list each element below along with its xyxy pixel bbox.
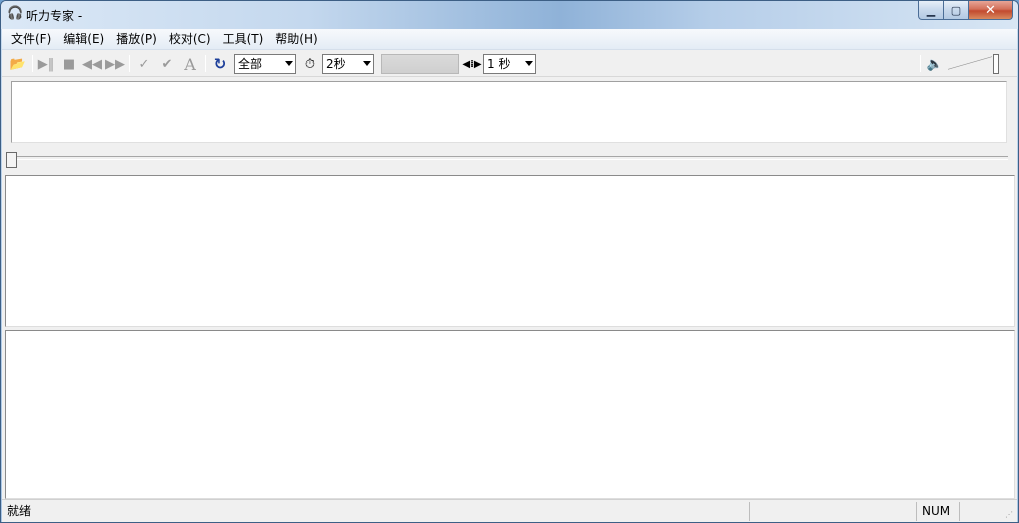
- interval-select[interactable]: 2秒: [322, 54, 374, 74]
- font-button[interactable]: A: [180, 54, 200, 74]
- menu-file[interactable]: 文件(F): [5, 29, 57, 49]
- fast-forward-icon: ▶▶: [105, 56, 125, 72]
- menu-tools[interactable]: 工具(T): [217, 29, 270, 49]
- headphone-icon[interactable]: 🎧: [7, 7, 23, 21]
- play-pause-button[interactable]: ▶‖: [36, 54, 56, 74]
- rewind-icon: ◀◀: [82, 56, 102, 72]
- chevron-down-icon: [363, 61, 371, 66]
- folder-open-icon: 📂: [9, 56, 27, 72]
- stop-button[interactable]: ■: [59, 54, 79, 74]
- close-button[interactable]: ✕: [969, 1, 1013, 20]
- timer-button[interactable]: ⏱: [300, 54, 320, 74]
- rewind-button[interactable]: ◀◀: [82, 54, 102, 74]
- seek-step-button[interactable]: ◀⁞▶: [462, 54, 482, 74]
- volume-slider[interactable]: [944, 53, 999, 75]
- num-lock-indicator: NUM: [916, 502, 958, 521]
- caption-buttons: ▁ ▢ ✕: [918, 1, 1013, 21]
- toolbar-separator: [205, 55, 206, 72]
- maximize-button[interactable]: ▢: [944, 1, 969, 20]
- stop-icon: ■: [62, 56, 76, 72]
- original-text-pane[interactable]: [5, 175, 1015, 327]
- status-pane: [749, 502, 915, 521]
- play-pause-icon: ▶‖: [37, 56, 55, 72]
- font-icon: A: [184, 54, 196, 74]
- menu-proofread[interactable]: 校对(C): [163, 29, 217, 49]
- interval-value: 2秒: [326, 57, 346, 71]
- timer-icon: ⏱: [304, 56, 316, 72]
- volume-slider-thumb[interactable]: [993, 54, 999, 74]
- volume-button[interactable]: 🔈: [926, 54, 944, 74]
- toolbar-separator: [920, 55, 921, 72]
- app-window: 🎧 听力专家 - ▁ ▢ ✕ 文件(F) 编辑(E) 播放(P) 校对(C) 工…: [0, 0, 1019, 523]
- seek-step-icon: ◀⁞▶: [462, 58, 482, 70]
- open-button[interactable]: 📂: [8, 54, 28, 74]
- waveform-panel[interactable]: [11, 81, 1007, 143]
- menu-edit[interactable]: 编辑(E): [57, 29, 110, 49]
- check-icon: ✓: [138, 56, 150, 72]
- maximize-icon: ▢: [950, 3, 962, 17]
- toolbar-separator: [129, 55, 130, 72]
- status-bar: 就绪 NUM ⋰: [2, 499, 1017, 522]
- client-area: 文件(F) 编辑(E) 播放(P) 校对(C) 工具(T) 帮助(H) 📂 ▶‖…: [2, 29, 1017, 522]
- check-all-button[interactable]: ✔: [157, 54, 177, 74]
- loop-mode-select[interactable]: 全部: [234, 54, 296, 74]
- repeat-button[interactable]: ↻: [210, 54, 230, 74]
- progress-thumb[interactable]: [6, 152, 17, 168]
- chevron-down-icon: [285, 61, 293, 66]
- step-value: 1 秒: [487, 57, 511, 71]
- toolbar-separator: [32, 55, 33, 72]
- check-all-icon: ✔: [161, 56, 173, 72]
- repeat-icon: ↻: [213, 55, 227, 73]
- close-icon: ✕: [985, 2, 996, 18]
- step-select[interactable]: 1 秒: [483, 54, 536, 74]
- loop-mode-value: 全部: [238, 57, 263, 71]
- check-button[interactable]: ✓: [134, 54, 154, 74]
- position-field: [381, 54, 459, 74]
- window-title: 听力专家 -: [26, 9, 83, 23]
- progress-track[interactable]: [6, 156, 1008, 160]
- toolbar: 📂 ▶‖ ■ ◀◀ ▶▶ ✓ ✔ A ↻ 全部 ⏱ 2秒 ◀⁞▶ 1 秒 🔈: [2, 50, 1017, 77]
- menu-play[interactable]: 播放(P): [110, 29, 163, 49]
- chevron-down-icon: [525, 61, 533, 66]
- minimize-button[interactable]: ▁: [918, 1, 944, 20]
- status-text: 就绪: [7, 504, 32, 518]
- menu-help[interactable]: 帮助(H): [269, 29, 323, 49]
- volume-slider-track: [948, 55, 992, 71]
- forward-button[interactable]: ▶▶: [105, 54, 125, 74]
- title-bar[interactable]: 🎧 听力专家 - ▁ ▢ ✕: [1, 1, 1018, 29]
- volume-icon: 🔈: [926, 56, 944, 72]
- resize-grip-icon[interactable]: ⋰: [1005, 510, 1015, 520]
- menu-bar: 文件(F) 编辑(E) 播放(P) 校对(C) 工具(T) 帮助(H): [2, 29, 1017, 50]
- dictation-text-pane[interactable]: [5, 330, 1015, 499]
- status-pane: [959, 502, 995, 521]
- minimize-icon: ▁: [926, 3, 936, 17]
